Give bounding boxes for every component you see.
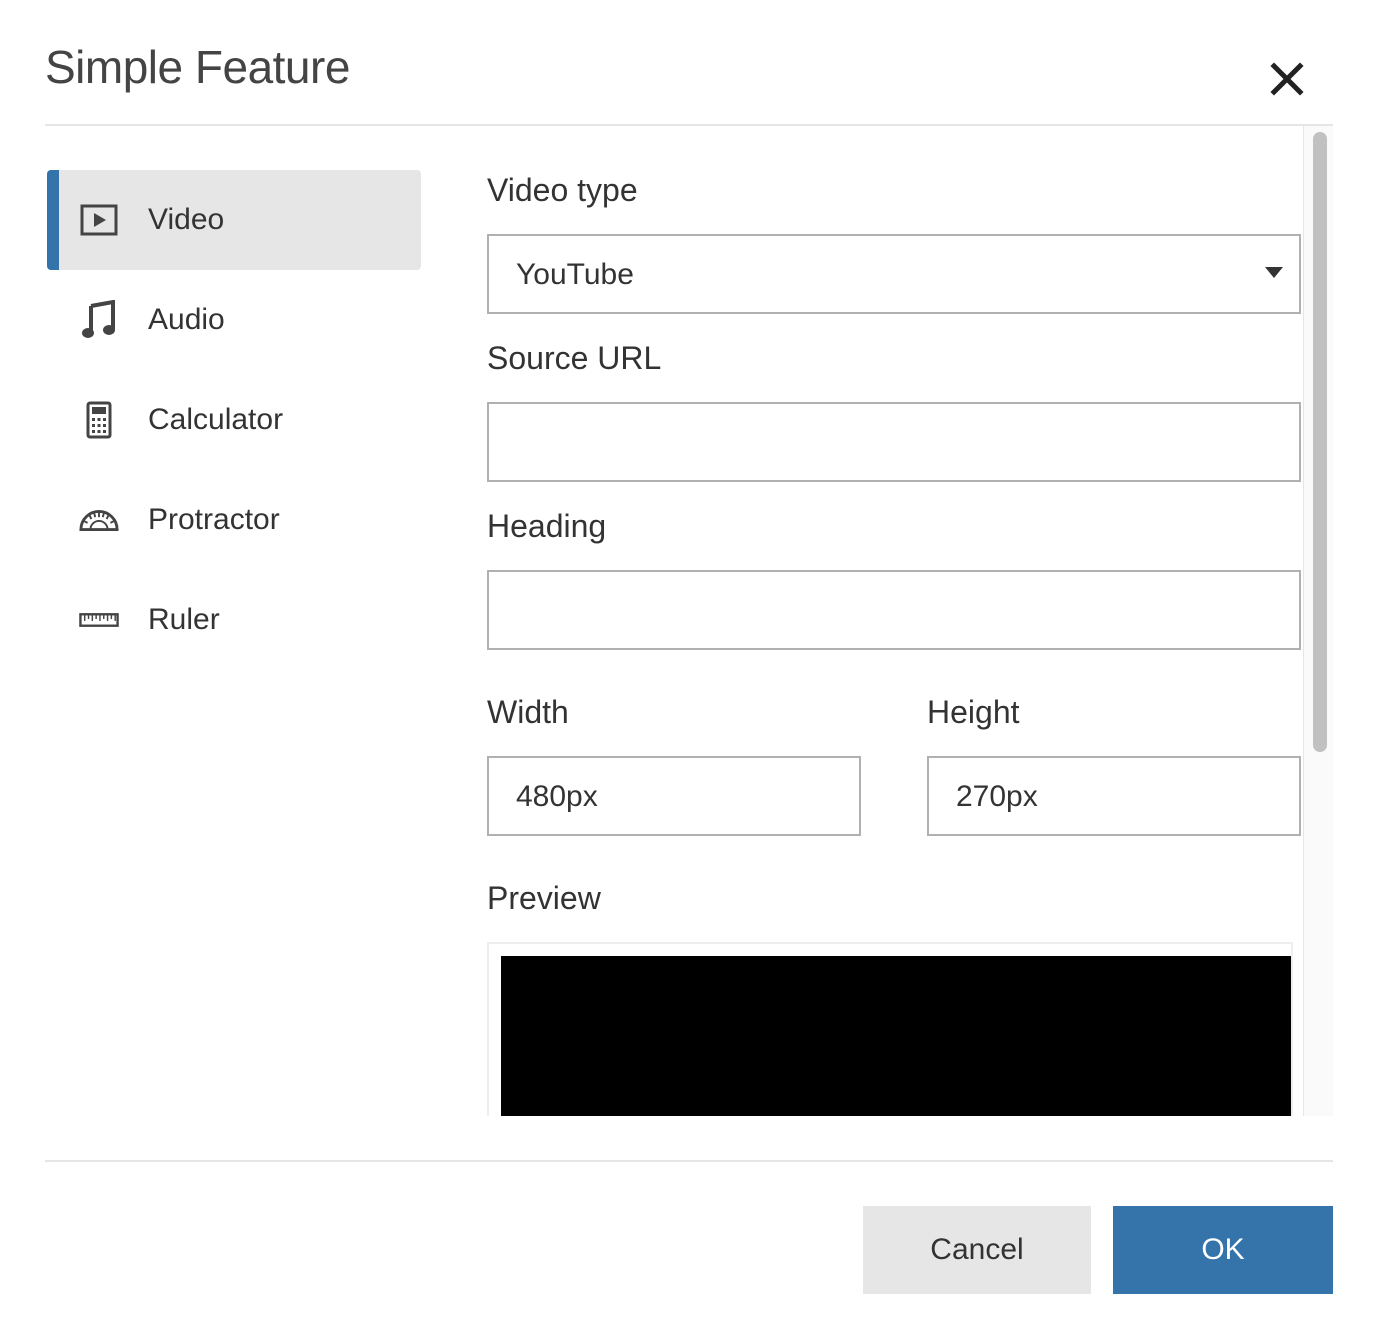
sidebar-item-label: Ruler — [148, 603, 220, 636]
cancel-button[interactable]: Cancel — [863, 1206, 1091, 1294]
video-type-select[interactable]: YouTube — [487, 234, 1301, 314]
heading-input[interactable] — [487, 570, 1301, 650]
sidebar-item-label: Video — [148, 203, 225, 236]
video-play-icon — [79, 200, 119, 240]
source-url-label: Source URL — [487, 340, 662, 376]
width-input[interactable]: 480px — [487, 756, 861, 836]
video-settings-panel: Video type YouTube Source URL Heading Wi… — [487, 126, 1301, 1116]
footer-divider — [45, 1160, 1333, 1162]
width-value: 480px — [516, 780, 598, 813]
ruler-icon — [79, 600, 119, 640]
close-button[interactable] — [1266, 58, 1308, 100]
height-input[interactable]: 270px — [927, 756, 1301, 836]
sidebar-item-calculator[interactable]: Calculator — [47, 370, 421, 470]
chevron-down-icon — [1265, 267, 1283, 278]
sidebar-item-label: Calculator — [148, 403, 284, 436]
protractor-icon — [79, 500, 119, 540]
dialog-title: Simple Feature — [45, 41, 350, 93]
preview-frame — [487, 942, 1293, 1116]
height-value: 270px — [956, 780, 1038, 813]
preview-label: Preview — [487, 880, 601, 916]
content-scrollbar[interactable] — [1303, 126, 1333, 1116]
source-url-input[interactable] — [487, 402, 1301, 482]
sidebar-item-label: Protractor — [148, 503, 280, 536]
sidebar-item-video[interactable]: Video — [47, 170, 421, 270]
video-type-value: YouTube — [516, 258, 634, 291]
sidebar-item-protractor[interactable]: Protractor — [47, 470, 421, 570]
scrollbar-thumb[interactable] — [1313, 132, 1327, 752]
music-note-icon — [79, 300, 119, 340]
video-type-label: Video type — [487, 172, 638, 208]
sidebar-item-label: Audio — [148, 303, 225, 336]
feature-sidebar: Video Audio Calculator Protractor Ruler — [47, 170, 421, 670]
calculator-icon — [79, 400, 119, 440]
width-label: Width — [487, 694, 569, 730]
sidebar-item-ruler[interactable]: Ruler — [47, 570, 421, 670]
heading-label: Heading — [487, 508, 607, 544]
sidebar-item-audio[interactable]: Audio — [47, 270, 421, 370]
close-icon — [1270, 62, 1304, 96]
height-label: Height — [927, 694, 1020, 730]
video-preview[interactable] — [501, 956, 1291, 1116]
ok-button[interactable]: OK — [1113, 1206, 1333, 1294]
